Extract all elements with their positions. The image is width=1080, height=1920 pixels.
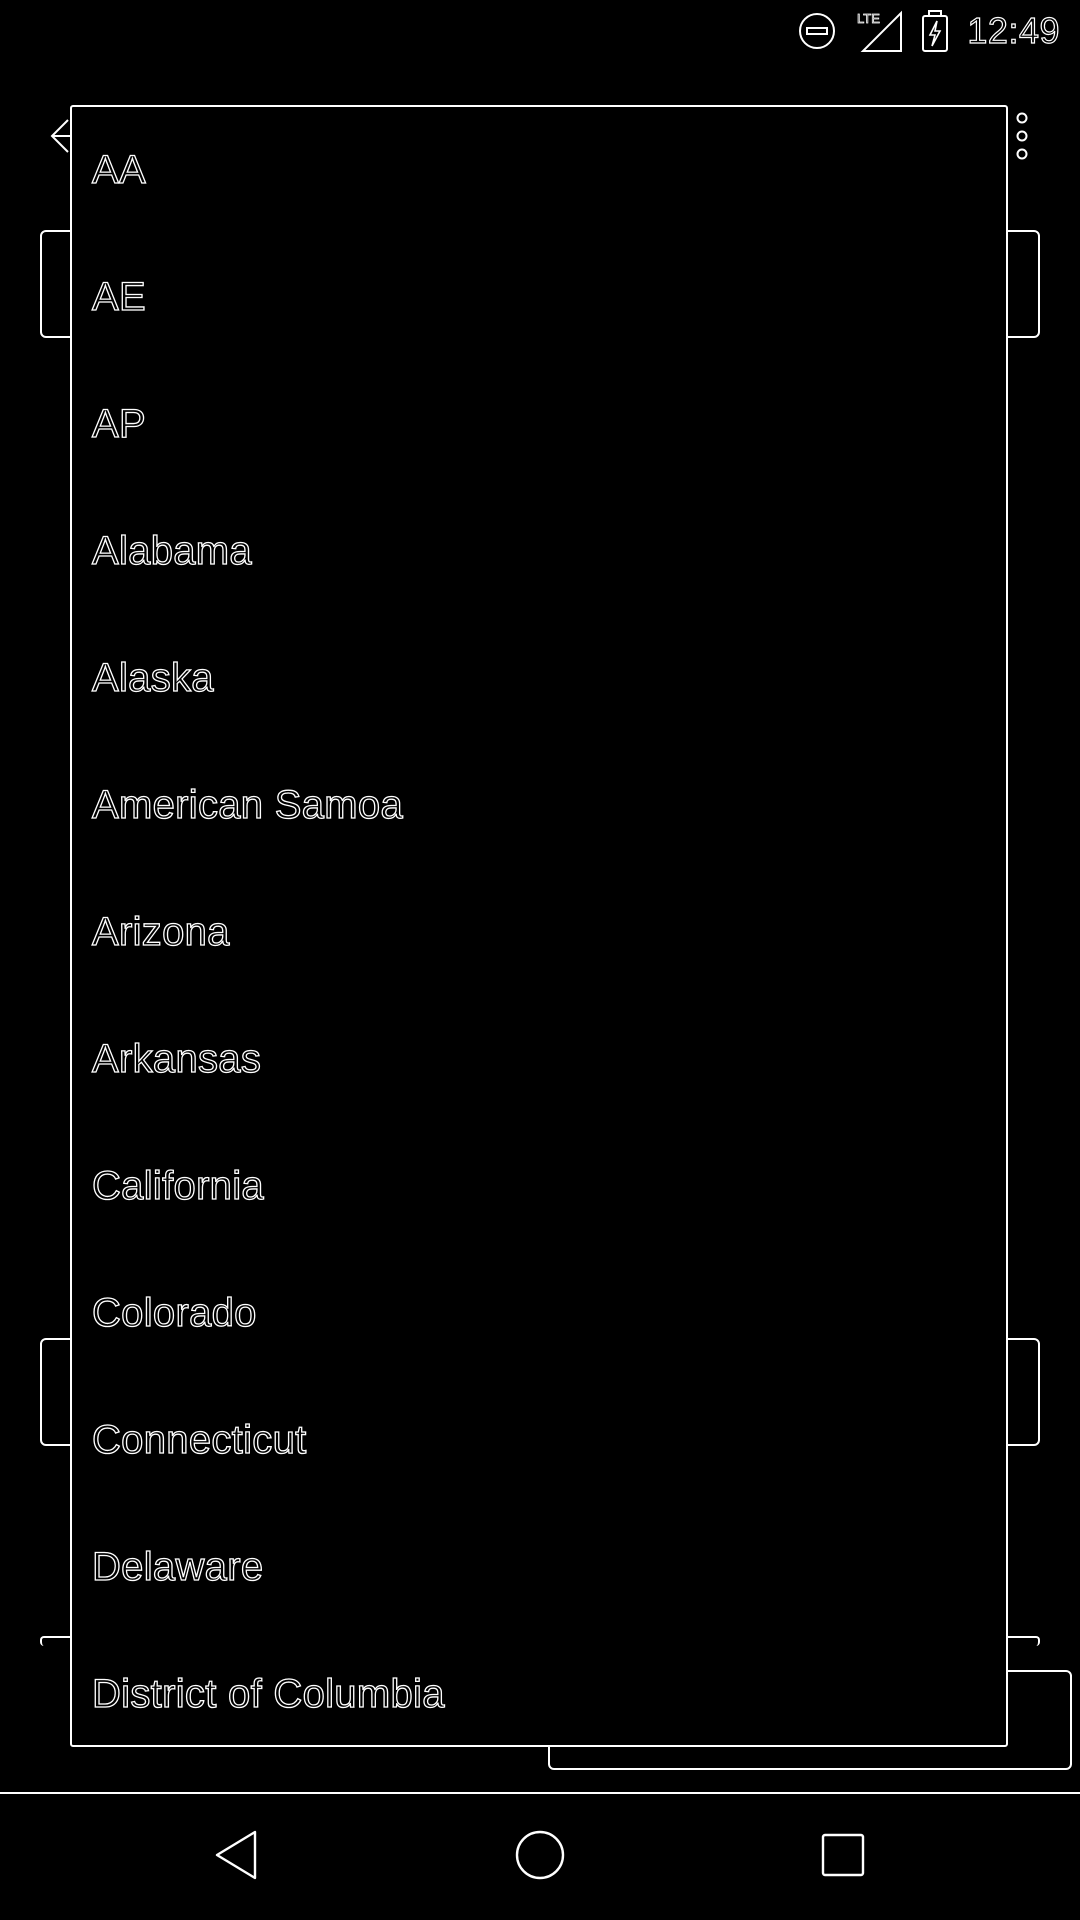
dropdown-option-aa[interactable]: AA — [72, 107, 1006, 234]
dropdown-option-american-samoa[interactable]: American Samoa — [72, 742, 1006, 869]
nav-recents-icon — [819, 1831, 867, 1884]
state-dropdown-list[interactable]: AA AE AP Alabama Alaska American Samoa A… — [70, 105, 1008, 1747]
nav-back-button[interactable] — [167, 1794, 307, 1920]
dropdown-option-california[interactable]: California — [72, 1123, 1006, 1250]
navigation-bar — [0, 1792, 1080, 1920]
nav-recents-button[interactable] — [773, 1794, 913, 1920]
dropdown-option-arizona[interactable]: Arizona — [72, 869, 1006, 996]
dropdown-option-alabama[interactable]: Alabama — [72, 488, 1006, 615]
nav-back-icon — [213, 1829, 261, 1886]
dropdown-option-alaska[interactable]: Alaska — [72, 615, 1006, 742]
dropdown-option-connecticut[interactable]: Connecticut — [72, 1377, 1006, 1504]
dropdown-option-ae[interactable]: AE — [72, 234, 1006, 361]
nav-home-icon — [512, 1827, 568, 1888]
dropdown-option-district-of-columbia[interactable]: District of Columbia — [72, 1631, 1006, 1745]
dropdown-option-colorado[interactable]: Colorado — [72, 1250, 1006, 1377]
dropdown-option-arkansas[interactable]: Arkansas — [72, 996, 1006, 1123]
nav-home-button[interactable] — [470, 1794, 610, 1920]
dropdown-option-ap[interactable]: AP — [72, 361, 1006, 488]
more-vert-icon[interactable] — [1012, 112, 1032, 165]
dropdown-option-delaware[interactable]: Delaware — [72, 1504, 1006, 1631]
